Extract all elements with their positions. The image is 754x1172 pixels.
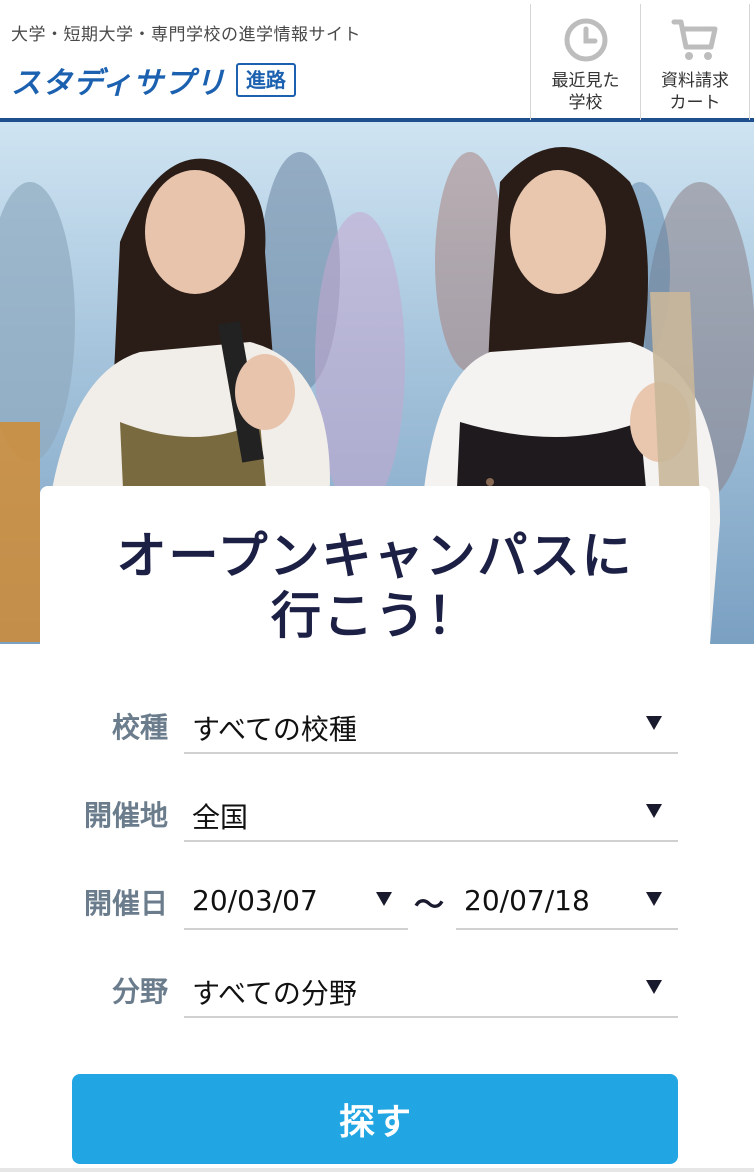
field-value: すべての分野	[192, 977, 357, 1010]
field-select[interactable]: すべての分野	[184, 958, 678, 1018]
site-header: 大学・短期大学・専門学校の進学情報サイト スタディサプリ 進路 最近見た 学校 …	[0, 0, 754, 122]
date-label: 開催日	[83, 887, 168, 920]
date-to-value: 20/07/18	[464, 884, 590, 917]
open-campus-search-card: オープンキャンパスに 行こう！ 校種 すべての校種 開催地 全国 開催日 20/…	[40, 486, 710, 1172]
date-row: 開催日 20/03/07 〜 20/07/18	[40, 870, 710, 930]
location-select[interactable]: 全国	[184, 782, 678, 842]
location-row: 開催地 全国	[40, 782, 710, 842]
dropdown-arrow-icon	[646, 980, 662, 994]
recently-viewed-button[interactable]: 最近見た 学校	[530, 4, 640, 120]
date-to-select[interactable]: 20/07/18	[456, 870, 678, 930]
cart-button[interactable]: 資料請求 カート	[640, 4, 750, 120]
school-type-value: すべての校種	[192, 713, 357, 746]
dropdown-arrow-icon	[646, 804, 662, 818]
recently-viewed-label: 最近見た 学校	[551, 71, 620, 113]
date-from-select[interactable]: 20/03/07	[184, 870, 408, 930]
field-row: 分野 すべての分野	[40, 958, 710, 1018]
date-range-separator: 〜	[414, 888, 444, 923]
dropdown-arrow-icon	[646, 716, 662, 730]
dropdown-arrow-icon	[646, 892, 662, 906]
dropdown-arrow-icon	[376, 892, 392, 906]
field-label: 分野	[111, 975, 168, 1008]
date-from-value: 20/03/07	[192, 884, 318, 917]
location-value: 全国	[192, 801, 249, 834]
school-type-row: 校種 すべての校種	[40, 694, 710, 754]
card-title: オープンキャンパスに 行こう！	[116, 527, 634, 645]
site-logo[interactable]: スタディサプリ 進路	[11, 58, 296, 102]
logo-wordmark: スタディサプリ	[11, 66, 226, 101]
site-tagline: 大学・短期大学・専門学校の進学情報サイト	[11, 25, 361, 45]
page-bottom-edge	[0, 1168, 754, 1172]
logo-badge: 進路	[235, 63, 296, 97]
search-button[interactable]: 探す	[72, 1074, 678, 1164]
cart-label: 資料請求 カート	[661, 71, 729, 113]
cart-icon	[671, 16, 719, 64]
school-type-select[interactable]: すべての校種	[184, 694, 678, 754]
clock-icon	[563, 16, 609, 64]
location-label: 開催地	[83, 799, 168, 832]
school-type-label: 校種	[111, 711, 168, 744]
